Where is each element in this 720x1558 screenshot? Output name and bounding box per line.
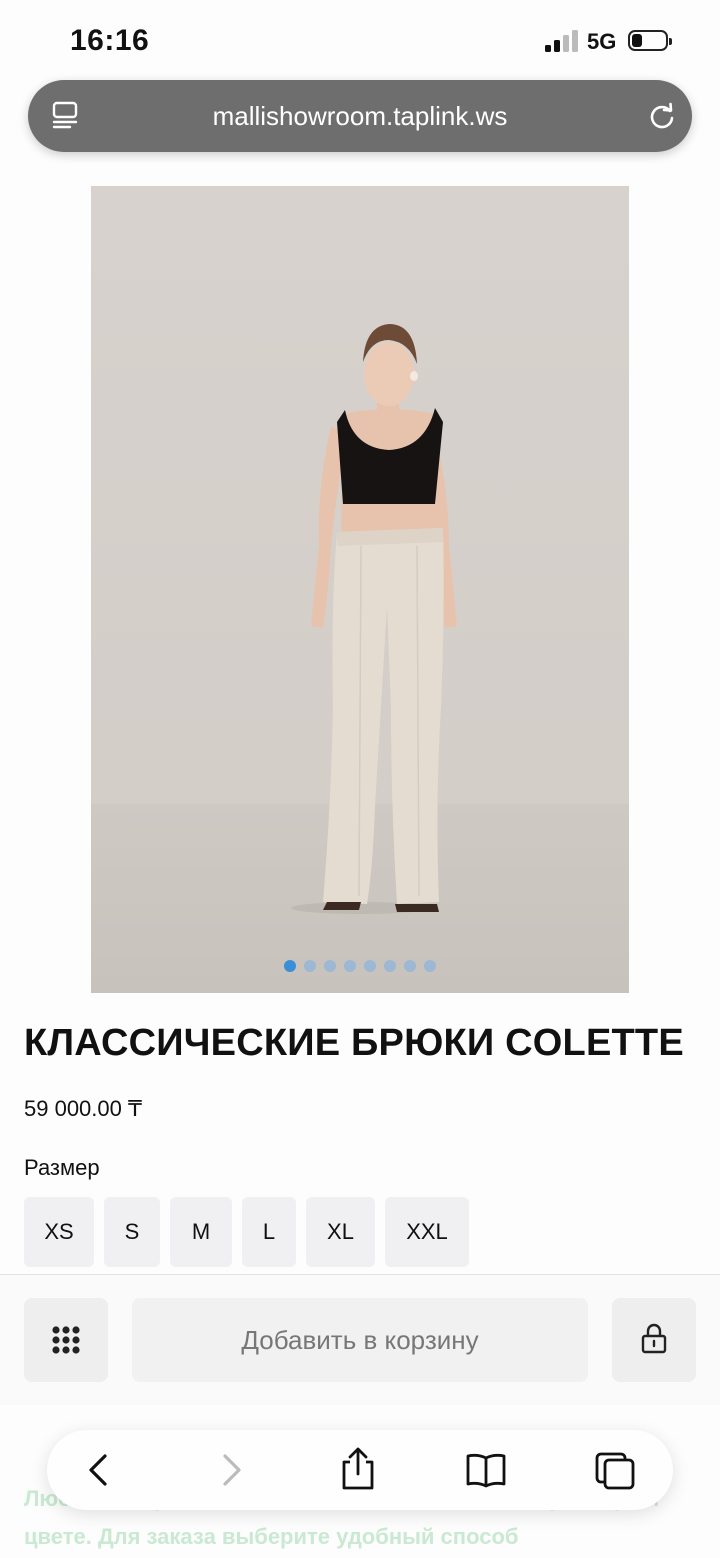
cart-bar: Добавить в корзину [0, 1274, 720, 1405]
gallery-dot[interactable] [304, 960, 316, 972]
gallery-dot[interactable] [404, 960, 416, 972]
shopping-bag-icon [641, 1323, 667, 1354]
size-label: Размер [24, 1155, 100, 1180]
size-option-m[interactable]: M [170, 1197, 232, 1267]
network-type: 5G [587, 29, 617, 54]
status-bar: 16:16 5G [0, 0, 720, 80]
product-price: 59 000.00 ₸ [24, 1096, 142, 1121]
gallery-pagination[interactable] [91, 960, 629, 972]
size-option-xl[interactable]: XL [306, 1197, 375, 1267]
url-text[interactable]: mallishowroom.taplink.ws [28, 101, 692, 132]
cellular-signal-icon [545, 30, 579, 52]
gallery-dot[interactable] [424, 960, 436, 972]
add-to-cart-button[interactable]: Добавить в корзину [132, 1298, 588, 1382]
status-time: 16:16 [70, 24, 150, 57]
gallery-dot[interactable] [324, 960, 336, 972]
product-title: КЛАССИЧЕСКИЕ БРЮКИ COLETTE [24, 1022, 684, 1064]
size-option-s[interactable]: S [104, 1197, 160, 1267]
grid-dots-icon [52, 1326, 80, 1354]
reload-icon[interactable] [648, 102, 676, 130]
battery-icon [628, 30, 672, 51]
address-bar[interactable]: mallishowroom.taplink.ws [28, 80, 692, 152]
back-icon[interactable] [77, 1450, 121, 1490]
size-option-l[interactable]: L [242, 1197, 296, 1267]
tabs-icon[interactable] [593, 1450, 637, 1490]
product-photo[interactable] [91, 186, 629, 993]
browser-toolbar [47, 1430, 673, 1510]
gallery-dot[interactable] [344, 960, 356, 972]
size-option-xs[interactable]: XS [24, 1197, 94, 1267]
share-icon[interactable] [336, 1446, 380, 1492]
catalog-button[interactable] [24, 1298, 108, 1382]
size-option-xxl[interactable]: XXL [385, 1197, 469, 1267]
forward-icon[interactable] [209, 1450, 253, 1490]
bookmarks-icon[interactable] [464, 1450, 508, 1490]
gallery-dot[interactable] [284, 960, 296, 972]
gallery-dot[interactable] [384, 960, 396, 972]
model-figure [291, 324, 457, 914]
gallery-dot[interactable] [364, 960, 376, 972]
cart-button[interactable] [612, 1298, 696, 1382]
